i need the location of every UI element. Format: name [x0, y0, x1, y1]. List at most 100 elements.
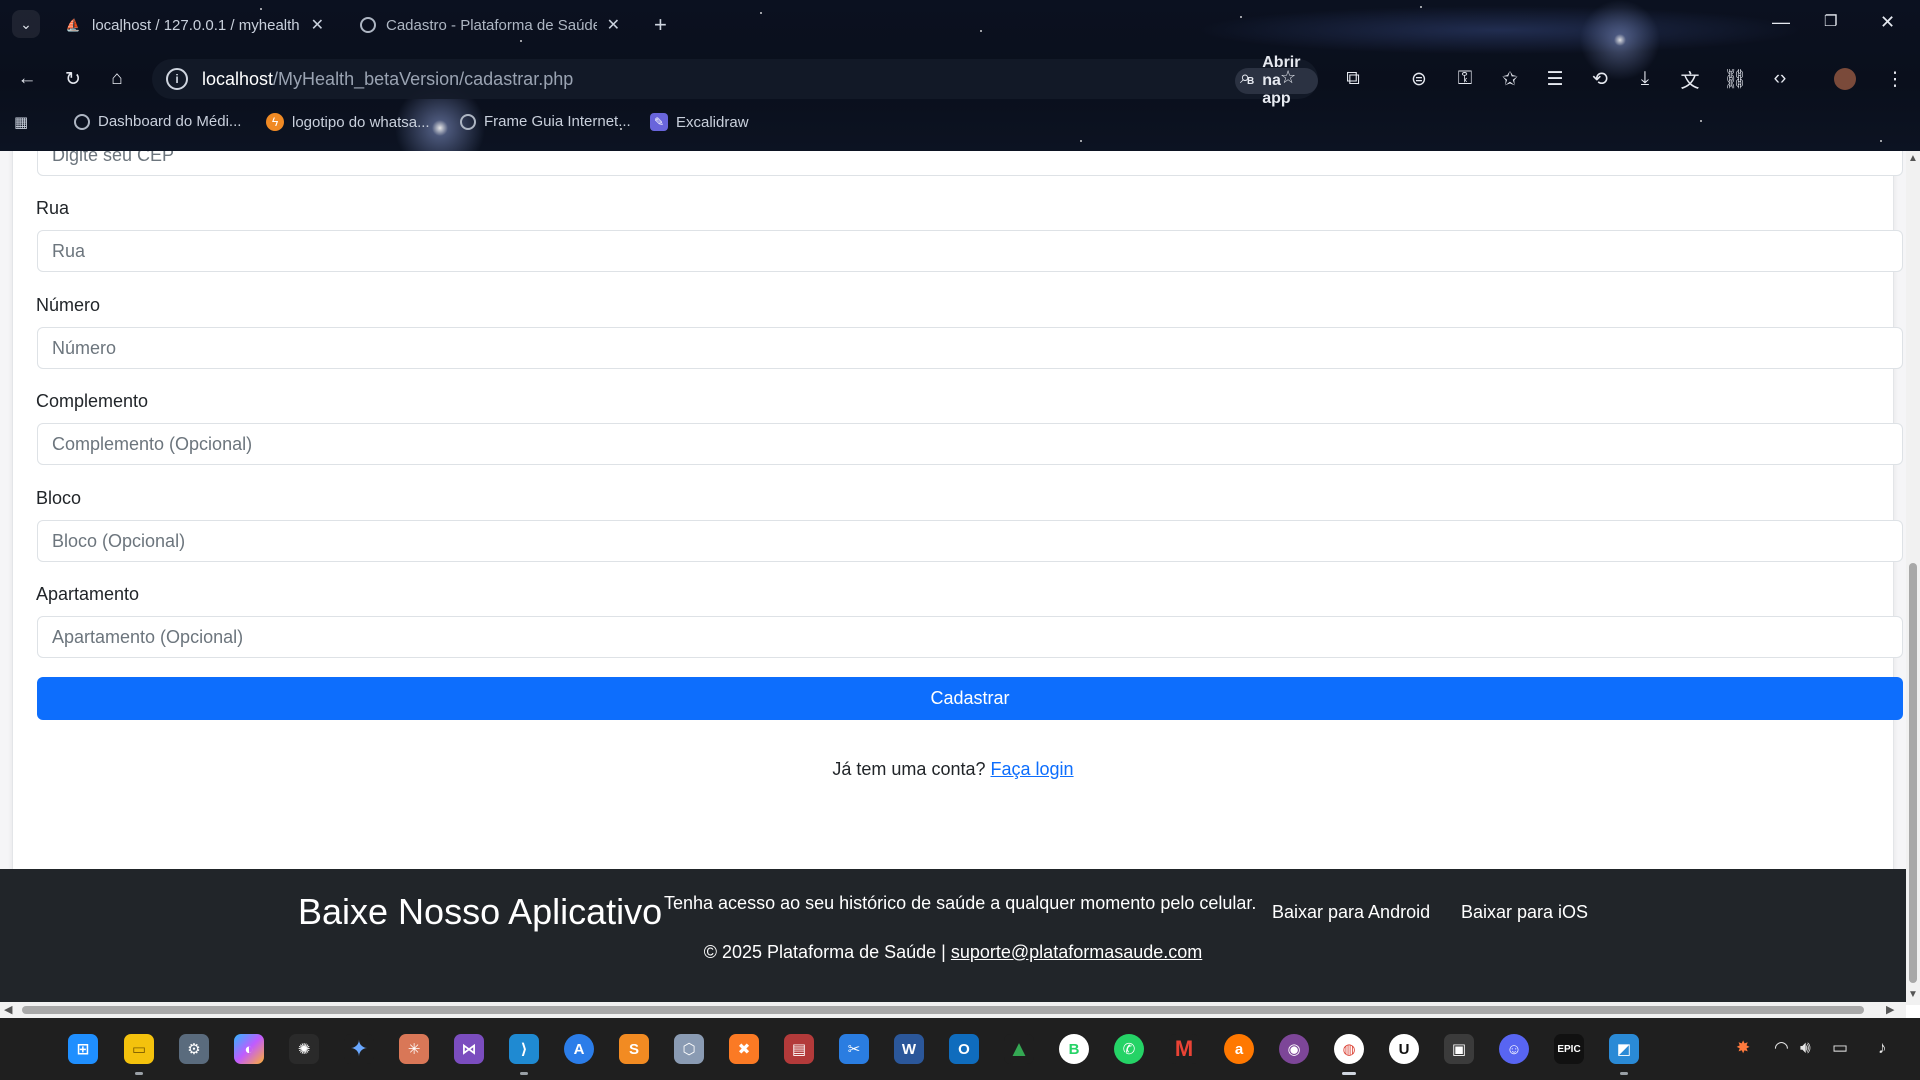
copilot-icon[interactable]: ◐: [234, 1034, 264, 1064]
vertical-scrollbar[interactable]: ▲ ▼: [1906, 151, 1920, 1005]
running-indicator: [135, 1072, 143, 1075]
login-prompt: Já tem uma conta? Faça login: [0, 759, 1906, 780]
tab-phpmyadmin[interactable]: ⛵ localhost / 127.0.0.1 / myhealth ✕: [52, 8, 336, 42]
horizontal-scroll-thumb[interactable]: [22, 1006, 1864, 1014]
cep-input[interactable]: [37, 151, 1903, 176]
xampp-icon[interactable]: ✖: [729, 1034, 759, 1064]
cadastrar-button[interactable]: Cadastrar: [37, 677, 1903, 720]
password-key-icon[interactable]: ⚿: [1452, 66, 1478, 92]
bookmark-star-icon[interactable]: ☆: [1280, 67, 1296, 88]
avast-icon[interactable]: a: [1224, 1034, 1254, 1064]
sublime-icon[interactable]: S: [619, 1034, 649, 1064]
gmail-icon[interactable]: M: [1169, 1034, 1199, 1064]
app-store-icon[interactable]: A: [564, 1034, 594, 1064]
word-icon[interactable]: W: [894, 1034, 924, 1064]
bookmark-excalidraw[interactable]: ✎ Excalidraw: [650, 113, 749, 131]
notification-app-icon[interactable]: ✸: [1736, 1038, 1750, 1058]
bookmark-label: Frame Guia Internet...: [484, 113, 631, 130]
tab-search-button[interactable]: ⌄: [12, 10, 40, 38]
back-arrow-icon[interactable]: ←: [14, 66, 40, 92]
gemini-icon[interactable]: ✦: [344, 1034, 374, 1064]
footer-copyright: © 2025 Plataforma de Saúde | suporte@pla…: [0, 942, 1906, 963]
site-info-icon[interactable]: i: [166, 68, 188, 90]
apartamento-label: Apartamento: [36, 584, 140, 604]
link-icon[interactable]: ⛓: [1722, 66, 1748, 92]
bloco-input[interactable]: [37, 520, 1903, 562]
menu-icon[interactable]: ⋮: [1882, 66, 1908, 92]
ios-download-link[interactable]: Baixar para iOS: [1461, 902, 1588, 923]
horizontal-scrollbar[interactable]: ◀ ▶: [0, 1002, 1906, 1018]
file-explorer-icon[interactable]: ▭: [124, 1034, 154, 1064]
scroll-left-icon[interactable]: ◀: [4, 1003, 12, 1016]
volume-icon[interactable]: 🔊︎: [1800, 1038, 1811, 1058]
android-download-link[interactable]: Baixar para Android: [1272, 902, 1430, 923]
close-window-icon[interactable]: ✕: [1880, 12, 1895, 33]
favorites-icon[interactable]: ✩: [1497, 66, 1523, 92]
snipping-tool-icon[interactable]: ✂: [839, 1034, 869, 1064]
vertical-scroll-thumb[interactable]: [1909, 563, 1917, 983]
ubisoft-icon[interactable]: U: [1389, 1034, 1419, 1064]
epic-games-icon[interactable]: EPIC: [1554, 1034, 1584, 1064]
scroll-up-icon[interactable]: ▲: [1908, 153, 1918, 164]
scroll-right-icon[interactable]: ▶: [1886, 1003, 1894, 1016]
home-icon[interactable]: ⌂: [104, 66, 130, 92]
extensions-icon[interactable]: ⧉: [1340, 66, 1366, 92]
chatgpt-icon[interactable]: ✺: [289, 1034, 319, 1064]
apps-grid-icon[interactable]: ▦: [14, 113, 28, 131]
translate-icon[interactable]: 文: [1677, 66, 1703, 92]
wifi-icon[interactable]: ◠: [1774, 1038, 1789, 1058]
url-text[interactable]: localhost/MyHealth_betaVersion/cadastrar…: [202, 69, 573, 90]
windows-start-icon[interactable]: ⊞: [68, 1034, 98, 1064]
minimize-icon[interactable]: —: [1772, 12, 1790, 33]
address-bar[interactable]: i localhost/MyHealth_betaVersion/cadastr…: [152, 54, 1318, 107]
footer-app-subtitle: Tenha acesso ao seu histórico de saúde a…: [664, 893, 1257, 913]
bookmark-dashboard[interactable]: Dashboard do Médi...: [74, 113, 241, 130]
support-email-link[interactable]: suporte@plataformasaude.com: [951, 942, 1202, 962]
numero-input[interactable]: [37, 327, 1903, 369]
claude-icon[interactable]: ✳: [399, 1034, 429, 1064]
photo-editor-icon[interactable]: ◩: [1609, 1034, 1639, 1064]
close-tab-icon[interactable]: ✕: [607, 15, 620, 35]
footer-app-title: Baixe Nosso Aplicativo: [298, 891, 663, 932]
login-link[interactable]: Faça login: [991, 759, 1074, 779]
discord-icon[interactable]: ☺: [1499, 1034, 1529, 1064]
zoom-icon[interactable]: ⌕: [1240, 67, 1250, 88]
complemento-input[interactable]: [37, 423, 1903, 465]
tab-cadastro[interactable]: Cadastro - Plataforma de Saúde ✕: [348, 8, 632, 42]
browser-toolbar: ← ↻ ⌂ i localhost/MyHealth_betaVersion/c…: [0, 54, 1920, 107]
settings-icon[interactable]: ⚙: [179, 1034, 209, 1064]
visual-studio-icon[interactable]: ⋈: [454, 1034, 484, 1064]
battery-icon[interactable]: ▭: [1832, 1038, 1848, 1058]
bookmark-label: logotipo do whatsa...: [292, 113, 430, 131]
reading-list-icon[interactable]: ☰: [1542, 66, 1568, 92]
chrome-app-icon[interactable]: ▣: [1444, 1034, 1474, 1064]
close-tab-icon[interactable]: ✕: [311, 15, 324, 35]
tab-title: localhost / 127.0.0.1 / myhealth: [92, 16, 300, 34]
tor-icon[interactable]: ◉: [1279, 1034, 1309, 1064]
phpmyadmin-icon: ⛵: [65, 18, 81, 32]
history-icon[interactable]: ⟲: [1587, 66, 1613, 92]
cube-icon[interactable]: ⬡: [674, 1034, 704, 1064]
rua-input[interactable]: [37, 230, 1903, 272]
whatsapp-business-icon[interactable]: B: [1059, 1034, 1089, 1064]
scroll-down-icon[interactable]: ▼: [1908, 989, 1918, 1000]
download-icon[interactable]: ⤓: [1632, 66, 1658, 92]
whatsapp-icon[interactable]: ✆: [1114, 1034, 1144, 1064]
restore-icon[interactable]: ❐: [1824, 12, 1837, 30]
archive-icon[interactable]: ▤: [784, 1034, 814, 1064]
chrome-icon[interactable]: ◍: [1334, 1034, 1364, 1064]
vscode-icon[interactable]: ⟩: [509, 1034, 539, 1064]
apartamento-input[interactable]: [37, 616, 1903, 658]
reload-icon[interactable]: ↻: [60, 66, 86, 92]
code-icon[interactable]: ‹›: [1767, 66, 1793, 92]
incognito-icon[interactable]: ⊜: [1406, 66, 1432, 92]
bell-icon[interactable]: ♪: [1878, 1038, 1887, 1058]
profile-avatar[interactable]: [1834, 68, 1856, 90]
bookmark-label: Dashboard do Médi...: [98, 113, 242, 130]
bookmark-logotipo[interactable]: ϟ logotipo do whatsa...: [266, 113, 430, 131]
bookmark-frame-guia[interactable]: Frame Guia Internet...: [460, 113, 631, 130]
outlook-icon[interactable]: O: [949, 1034, 979, 1064]
new-tab-button[interactable]: +: [654, 12, 667, 38]
google-drive-icon[interactable]: ▲: [1004, 1034, 1034, 1064]
bookmarks-bar: ▦ Dashboard do Médi... ϟ logotipo do wha…: [0, 110, 1920, 140]
